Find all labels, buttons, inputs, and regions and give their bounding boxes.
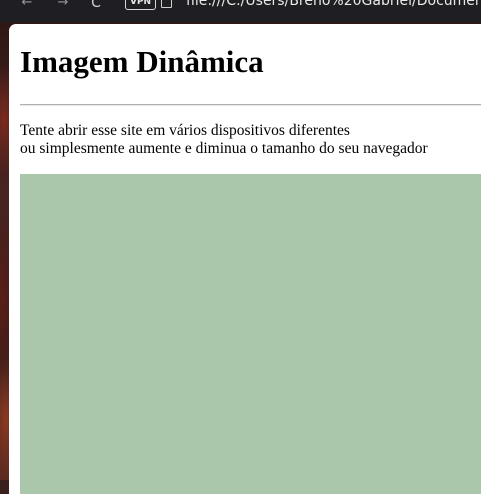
dynamic-image: [20, 174, 481, 494]
page-icon[interactable]: [161, 0, 172, 8]
page-title: Imagem Dinâmica: [20, 44, 264, 79]
vpn-badge[interactable]: VPN: [125, 0, 157, 10]
browser-toolbar: ← → C VPN file:///C:/Users/Breno%20Gabri…: [0, 0, 481, 22]
description-line: Tente abrir esse site em vários disposit…: [20, 122, 350, 139]
address-bar[interactable]: file:///C:/Users/Breno%20Gabriel/Documen…: [186, 0, 481, 8]
forward-arrow-icon[interactable]: →: [56, 0, 70, 10]
horizontal-rule: [20, 104, 481, 106]
reload-icon[interactable]: C: [89, 0, 103, 10]
page-content: Imagem Dinâmica Tente abrir esse site em…: [9, 24, 481, 494]
page-description: Tente abrir esse site em vários disposit…: [20, 122, 428, 158]
back-arrow-icon[interactable]: ←: [20, 0, 34, 10]
description-line: ou simplesmente aumente e diminua o tama…: [20, 140, 428, 157]
